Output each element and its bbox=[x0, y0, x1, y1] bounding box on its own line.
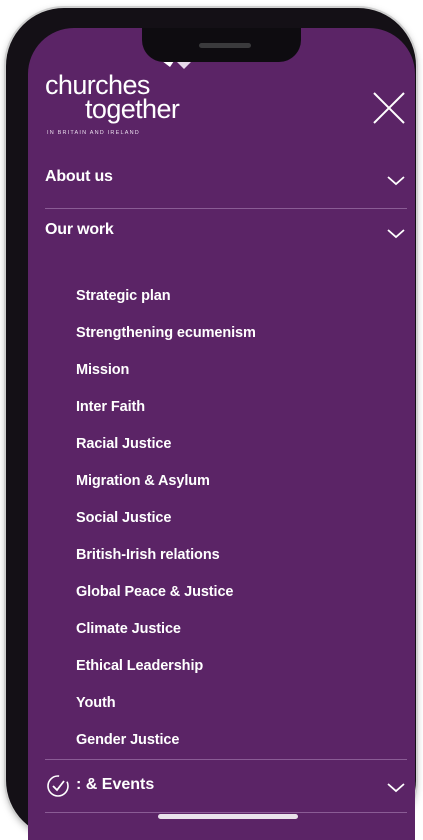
menu-item-events[interactable]: : & Events bbox=[45, 762, 407, 812]
chevron-down-icon bbox=[387, 229, 405, 239]
site-logo[interactable]: churches together IN BRITAIN AND IRELAND bbox=[45, 72, 235, 157]
submenu-item-social-justice[interactable]: Social Justice bbox=[76, 500, 396, 537]
submenu-item-ethical-leadership[interactable]: Ethical Leadership bbox=[76, 648, 396, 685]
menu-item-our-work[interactable]: Our work bbox=[45, 208, 407, 258]
menu-divider bbox=[45, 812, 407, 813]
submenu-item-british-irish-relations[interactable]: British-Irish relations bbox=[76, 537, 396, 574]
device-notch bbox=[142, 28, 301, 62]
submenu-item-gender-justice[interactable]: Gender Justice bbox=[76, 722, 396, 759]
menu-item-about-us[interactable]: About us bbox=[45, 155, 407, 205]
submenu-item-racial-justice[interactable]: Racial Justice bbox=[76, 426, 396, 463]
chevron-down-icon bbox=[387, 783, 405, 793]
submenu-item-strategic-plan[interactable]: Strategic plan bbox=[76, 278, 396, 315]
submenu-item-mission[interactable]: Mission bbox=[76, 352, 396, 389]
submenu-item-global-peace-justice[interactable]: Global Peace & Justice bbox=[76, 574, 396, 611]
home-indicator[interactable] bbox=[158, 814, 298, 819]
hand-pointer-icon bbox=[47, 775, 69, 797]
submenu-item-migration-asylum[interactable]: Migration & Asylum bbox=[76, 463, 396, 500]
submenu-item-youth[interactable]: Youth bbox=[76, 685, 396, 722]
submenu-item-strengthening-ecumenism[interactable]: Strengthening ecumenism bbox=[76, 315, 396, 352]
logo-tagline: IN BRITAIN AND IRELAND bbox=[47, 130, 140, 136]
menu-label-about-us: About us bbox=[45, 168, 113, 185]
submenu-item-inter-faith[interactable]: Inter Faith bbox=[76, 389, 396, 426]
menu-divider bbox=[45, 759, 407, 760]
speaker-grille bbox=[199, 43, 251, 48]
menu-screen: churches together IN BRITAIN AND IRELAND… bbox=[28, 28, 415, 840]
submenu-item-climate-justice[interactable]: Climate Justice bbox=[76, 611, 396, 648]
chevron-down-icon bbox=[387, 176, 405, 186]
phone-frame: churches together IN BRITAIN AND IRELAND… bbox=[6, 8, 416, 840]
menu-label-events: : & Events bbox=[76, 776, 155, 793]
close-icon bbox=[373, 92, 405, 124]
our-work-submenu: Strategic plan Strengthening ecumenism M… bbox=[76, 278, 396, 759]
menu-label-our-work: Our work bbox=[45, 221, 114, 238]
flag-icon bbox=[162, 61, 192, 69]
close-menu-button[interactable] bbox=[372, 91, 406, 125]
logo-word-together: together bbox=[85, 94, 180, 124]
